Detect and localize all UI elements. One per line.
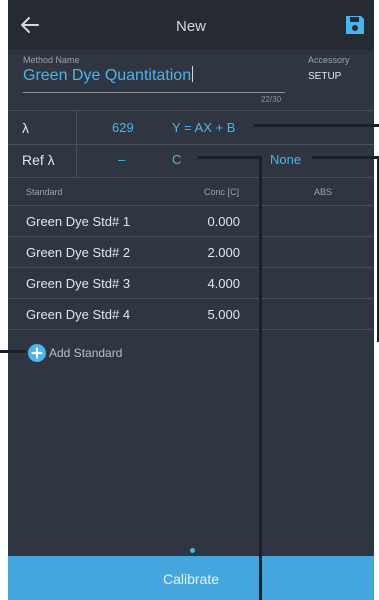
page-indicator-dot bbox=[190, 548, 195, 553]
standard-name: Green Dye Std# 2 bbox=[26, 245, 131, 260]
callout-line bbox=[259, 156, 262, 600]
phone-screen: New Method Name Green Dye Quantitation 2… bbox=[8, 0, 374, 600]
standard-conc: 4.000 bbox=[207, 276, 240, 291]
divider bbox=[8, 329, 374, 330]
standard-name: Green Dye Std# 4 bbox=[26, 307, 131, 322]
text-cursor bbox=[192, 66, 194, 82]
method-name-label: Method Name bbox=[23, 55, 80, 65]
callout-line bbox=[370, 124, 379, 127]
ref-wavelength-label: Ref λ bbox=[22, 152, 55, 168]
standard-conc: 5.000 bbox=[207, 307, 240, 322]
save-icon[interactable] bbox=[344, 14, 366, 36]
divider bbox=[8, 298, 374, 299]
accessory-setup-button[interactable]: SETUP bbox=[308, 71, 341, 82]
concentration-unit[interactable]: C bbox=[172, 152, 181, 167]
wavelength-value[interactable]: 629 bbox=[112, 120, 134, 135]
standard-conc: 0.000 bbox=[207, 214, 240, 229]
wavelength-label: λ bbox=[22, 120, 29, 136]
callout-line bbox=[312, 156, 374, 159]
add-circle-icon bbox=[28, 344, 46, 362]
standard-conc: 2.000 bbox=[207, 245, 240, 260]
divider bbox=[8, 144, 374, 145]
callout-line bbox=[254, 124, 374, 127]
ref-wavelength-value[interactable]: – bbox=[118, 152, 125, 167]
divider bbox=[8, 110, 374, 111]
method-name-value: Green Dye Quantitation bbox=[23, 67, 192, 84]
method-name-underline bbox=[23, 92, 285, 93]
callout-line bbox=[0, 350, 26, 353]
equation-selector[interactable]: Y = AX + B bbox=[172, 120, 235, 135]
abs-column-header: ABS bbox=[314, 187, 333, 197]
character-counter: 22/30 bbox=[261, 95, 282, 104]
standard-name: Green Dye Std# 1 bbox=[26, 214, 131, 229]
add-standard-label: Add Standard bbox=[49, 346, 123, 360]
conc-column-header: Conc [C] bbox=[204, 187, 240, 197]
top-bar: New bbox=[8, 0, 374, 50]
page-title: New bbox=[175, 18, 206, 35]
divider bbox=[8, 177, 374, 178]
divider bbox=[8, 267, 374, 268]
ref-option-selector[interactable]: None bbox=[270, 152, 301, 167]
method-name-input[interactable]: Green Dye Quantitation bbox=[23, 66, 194, 85]
callout-line bbox=[198, 156, 262, 159]
calibrate-label: Calibrate bbox=[162, 571, 220, 587]
calibrate-button[interactable]: Calibrate bbox=[8, 556, 374, 600]
divider bbox=[8, 236, 374, 237]
standard-name: Green Dye Std# 3 bbox=[26, 276, 131, 291]
standard-column-header: Standard bbox=[26, 187, 63, 197]
accessory-label: Accessory bbox=[308, 55, 350, 65]
divider bbox=[8, 205, 374, 206]
